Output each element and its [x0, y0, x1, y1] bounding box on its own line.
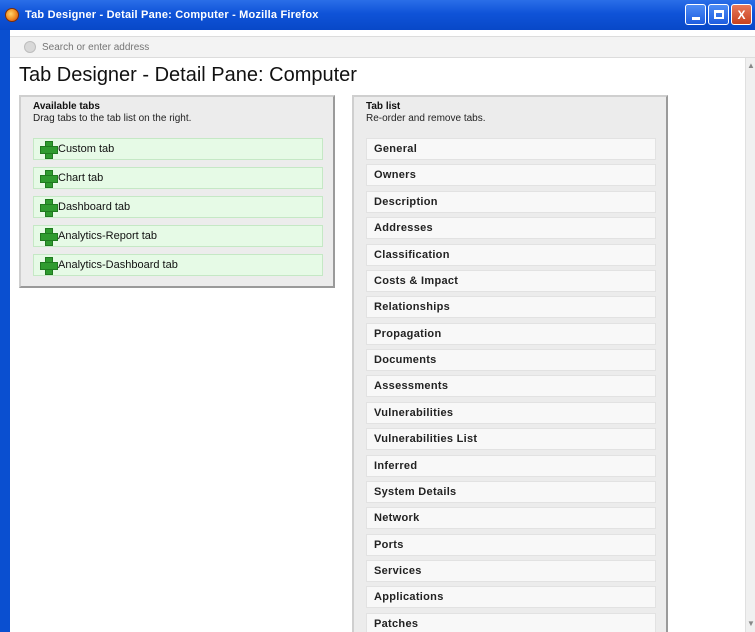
available-tab-label: Analytics-Dashboard tab	[58, 259, 178, 271]
globe-icon	[24, 41, 36, 53]
maximize-button[interactable]	[708, 4, 729, 25]
tab-list-heading: Tab list	[366, 101, 401, 112]
tab-item-general[interactable]: General	[366, 138, 656, 160]
available-tab-label: Custom tab	[58, 143, 115, 155]
tab-item-label: Documents	[374, 354, 437, 366]
vertical-scrollbar[interactable]: ▲ ▼	[745, 58, 755, 632]
tab-list-panel: Tab list Re-order and remove tabs. Gener…	[352, 95, 668, 632]
scroll-down-icon[interactable]: ▼	[747, 620, 755, 628]
tab-item-label: General	[374, 143, 418, 155]
tab-item-label: Vulnerabilities	[374, 406, 454, 419]
window-controls: X	[685, 4, 752, 25]
available-tab-label: Analytics-Report tab	[58, 230, 158, 242]
tab-item-propagation[interactable]: Propagation	[366, 322, 656, 345]
window-title: Tab Designer - Detail Pane: Computer - M…	[25, 9, 319, 21]
tab-item-label: Owners	[374, 169, 417, 182]
address-bar	[10, 36, 755, 58]
available-tab-dashboard[interactable]: Dashboard tab	[33, 196, 323, 218]
tab-item-patches[interactable]: Patches	[366, 612, 656, 632]
minimize-button[interactable]	[685, 4, 706, 25]
tab-item-label: Services	[374, 565, 422, 577]
tab-item-applications[interactable]: Applications	[366, 586, 656, 609]
tab-item-label: Classification	[374, 248, 450, 261]
tab-item-label: Assessments	[374, 380, 449, 393]
maximize-icon	[713, 10, 724, 19]
available-tab-chart[interactable]: Chart tab	[33, 167, 323, 189]
tab-item-label: Network	[374, 512, 420, 525]
available-tab-analytics-dashboard[interactable]: Analytics-Dashboard tab	[33, 254, 323, 276]
tab-item-classification[interactable]: Classification	[366, 243, 656, 266]
tab-item-label: Vulnerabilities List	[374, 433, 478, 446]
tab-item-documents[interactable]: Documents	[366, 349, 656, 371]
firefox-icon	[5, 8, 19, 22]
tab-item-addresses[interactable]: Addresses	[366, 217, 656, 240]
address-input[interactable]	[42, 41, 642, 53]
tab-item-inferred[interactable]: Inferred	[366, 454, 656, 477]
plus-icon	[40, 199, 58, 217]
tab-item-label: Addresses	[374, 222, 433, 235]
minimize-icon	[691, 17, 700, 20]
available-tab-label: Chart tab	[58, 172, 104, 184]
page-title: Tab Designer - Detail Pane: Computer	[19, 64, 357, 86]
tab-item-label: Patches	[374, 617, 419, 630]
close-icon: X	[737, 7, 746, 22]
available-tabs-subtitle: Drag tabs to the tab list on the right.	[33, 113, 192, 124]
available-tab-label: Dashboard tab	[58, 201, 131, 213]
available-tabs-heading: Available tabs	[33, 101, 100, 112]
available-tabs-list: Custom tab Chart tab Dashboard tab Analy…	[33, 138, 323, 283]
plus-icon	[40, 257, 58, 275]
available-tab-custom[interactable]: Custom tab	[33, 138, 323, 160]
tab-item-label: System Details	[374, 485, 457, 498]
tab-item-assessments[interactable]: Assessments	[366, 375, 656, 398]
plus-icon	[40, 141, 58, 159]
tab-item-label: Relationships	[374, 301, 451, 314]
window-frame-left	[0, 30, 10, 632]
close-button[interactable]: X	[731, 4, 752, 25]
tab-item-description[interactable]: Description	[366, 190, 656, 213]
tab-item-label: Ports	[374, 538, 404, 551]
scroll-up-icon[interactable]: ▲	[747, 62, 755, 70]
tab-item-label: Propagation	[374, 327, 442, 340]
tab-list: General Owners Description Addresses Cla…	[366, 138, 656, 632]
tab-list-subtitle: Re-order and remove tabs.	[366, 113, 486, 124]
tab-item-label: Inferred	[374, 459, 418, 472]
window-titlebar[interactable]: Tab Designer - Detail Pane: Computer - M…	[0, 0, 755, 30]
available-tab-analytics-report[interactable]: Analytics-Report tab	[33, 225, 323, 247]
available-tabs-panel: Available tabs Drag tabs to the tab list…	[19, 95, 335, 288]
tab-item-network[interactable]: Network	[366, 507, 656, 530]
tab-item-vulnerabilities[interactable]: Vulnerabilities	[366, 401, 656, 424]
tab-item-label: Description	[374, 195, 438, 208]
plus-icon	[40, 170, 58, 188]
tab-item-costs-impact[interactable]: Costs & Impact	[366, 269, 656, 292]
tab-item-relationships[interactable]: Relationships	[366, 296, 656, 319]
tab-item-owners[interactable]: Owners	[366, 164, 656, 187]
tab-item-services[interactable]: Services	[366, 560, 656, 582]
tab-item-label: Costs & Impact	[374, 274, 459, 287]
tab-item-vulnerabilities-list[interactable]: Vulnerabilities List	[366, 428, 656, 451]
tab-item-system-details[interactable]: System Details	[366, 480, 656, 503]
tab-item-label: Applications	[374, 591, 444, 604]
tab-item-ports[interactable]: Ports	[366, 533, 656, 556]
plus-icon	[40, 228, 58, 246]
